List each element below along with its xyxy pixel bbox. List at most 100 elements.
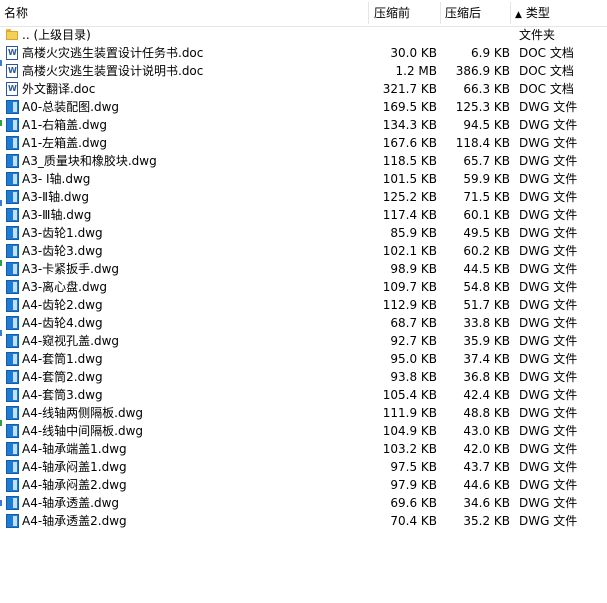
- compressed-size: 118.4 KB: [455, 136, 510, 150]
- dwg-file-icon: [4, 387, 20, 403]
- file-row[interactable]: A3_质量块和橡胶块.dwg 118.5 KB 65.7 KB DWG 文件: [0, 152, 607, 170]
- compressed-size: 59.9 KB: [463, 172, 510, 186]
- original-size: 93.8 KB: [390, 370, 437, 384]
- column-divider[interactable]: [368, 2, 369, 24]
- file-type: DWG 文件: [519, 442, 578, 456]
- original-size: 118.5 KB: [382, 154, 437, 168]
- file-name: A4-轴承端盖1.dwg: [22, 442, 127, 456]
- file-name: A3-离心盘.dwg: [22, 280, 108, 294]
- original-size: 117.4 KB: [382, 208, 437, 222]
- file-list: .. (上级目录) 文件夹 W 高楼火灾逃生装置设计任务书.doc 30.0 KB 6.9…: [0, 26, 607, 530]
- compressed-size: 44.5 KB: [463, 262, 510, 276]
- file-row[interactable]: W 外文翻译.doc 321.7 KB 66.3 KB DOC 文档: [0, 80, 607, 98]
- file-type: DWG 文件: [519, 100, 578, 114]
- dwg-file-icon: [4, 171, 20, 187]
- folder-icon: [4, 27, 20, 43]
- original-size: 69.6 KB: [390, 496, 437, 510]
- file-row[interactable]: A4-套筒1.dwg 95.0 KB 37.4 KB DWG 文件: [0, 350, 607, 368]
- file-row[interactable]: A4-轴承端盖1.dwg 103.2 KB 42.0 KB DWG 文件: [0, 440, 607, 458]
- file-row[interactable]: A4-套筒2.dwg 93.8 KB 36.8 KB DWG 文件: [0, 368, 607, 386]
- file-row[interactable]: A3- Ⅰ轴.dwg 101.5 KB 59.9 KB DWG 文件: [0, 170, 607, 188]
- dwg-file-icon: [4, 351, 20, 367]
- file-name: A3-Ⅱ轴.dwg: [22, 190, 89, 204]
- file-name: A4-轴承闷盖2.dwg: [22, 478, 127, 492]
- compressed-size: 54.8 KB: [463, 280, 510, 294]
- file-row[interactable]: A4-线轴中间隔板.dwg 104.9 KB 43.0 KB DWG 文件: [0, 422, 607, 440]
- file-row[interactable]: A1-右箱盖.dwg 134.3 KB 94.5 KB DWG 文件: [0, 116, 607, 134]
- file-name: A4-齿轮4.dwg: [22, 316, 103, 330]
- sort-ascending-icon: ▲: [515, 10, 522, 20]
- original-size: 68.7 KB: [390, 316, 437, 330]
- dwg-file-icon: [4, 495, 20, 511]
- file-name: A3_质量块和橡胶块.dwg: [22, 154, 157, 168]
- column-header-compressed-size[interactable]: 压缩后: [445, 0, 481, 26]
- file-name: A3- Ⅰ轴.dwg: [22, 172, 91, 186]
- column-header-name[interactable]: 名称: [4, 0, 28, 26]
- file-row[interactable]: A3-齿轮3.dwg 102.1 KB 60.2 KB DWG 文件: [0, 242, 607, 260]
- file-type: DWG 文件: [519, 514, 578, 528]
- compressed-size: 43.0 KB: [463, 424, 510, 438]
- file-row[interactable]: A4-轴承闷盖1.dwg 97.5 KB 43.7 KB DWG 文件: [0, 458, 607, 476]
- column-divider[interactable]: [510, 2, 511, 24]
- compressed-size: 60.1 KB: [463, 208, 510, 222]
- dwg-file-icon: [4, 99, 20, 115]
- dwg-file-icon: [4, 153, 20, 169]
- file-name: A4-轴承闷盖1.dwg: [22, 460, 127, 474]
- file-row[interactable]: A4-轴承透盖2.dwg 70.4 KB 35.2 KB DWG 文件: [0, 512, 607, 530]
- file-row[interactable]: W 高楼火灾逃生装置设计说明书.doc 1.2 MB 386.9 KB DOC 文档: [0, 62, 607, 80]
- file-row[interactable]: A1-左箱盖.dwg 167.6 KB 118.4 KB DWG 文件: [0, 134, 607, 152]
- file-row[interactable]: A3-Ⅱ轴.dwg 125.2 KB 71.5 KB DWG 文件: [0, 188, 607, 206]
- dwg-file-icon: [4, 297, 20, 313]
- file-type: DWG 文件: [519, 352, 578, 366]
- word-doc-icon: W: [4, 63, 20, 79]
- column-header-original-size[interactable]: 压缩前: [374, 0, 410, 26]
- file-type: DWG 文件: [519, 262, 578, 276]
- file-row[interactable]: W 高楼火灾逃生装置设计任务书.doc 30.0 KB 6.9 KB DOC 文档: [0, 44, 607, 62]
- file-type: DWG 文件: [519, 316, 578, 330]
- dwg-file-icon: [4, 441, 20, 457]
- file-row[interactable]: A4-轴承透盖.dwg 69.6 KB 34.6 KB DWG 文件: [0, 494, 607, 512]
- file-row[interactable]: A4-齿轮4.dwg 68.7 KB 33.8 KB DWG 文件: [0, 314, 607, 332]
- file-row[interactable]: .. (上级目录) 文件夹: [0, 26, 607, 44]
- file-name: A4-线轴两侧隔板.dwg: [22, 406, 144, 420]
- file-row[interactable]: A3-卡紧扳手.dwg 98.9 KB 44.5 KB DWG 文件: [0, 260, 607, 278]
- file-type: DWG 文件: [519, 496, 578, 510]
- file-type: DWG 文件: [519, 370, 578, 384]
- original-size: 169.5 KB: [382, 100, 437, 114]
- original-size: 105.4 KB: [382, 388, 437, 402]
- column-divider[interactable]: [440, 2, 441, 24]
- file-row[interactable]: A4-轴承闷盖2.dwg 97.9 KB 44.6 KB DWG 文件: [0, 476, 607, 494]
- file-row[interactable]: A4-齿轮2.dwg 112.9 KB 51.7 KB DWG 文件: [0, 296, 607, 314]
- file-row[interactable]: A3-Ⅲ轴.dwg 117.4 KB 60.1 KB DWG 文件: [0, 206, 607, 224]
- file-name: A3-卡紧扳手.dwg: [22, 262, 120, 276]
- compressed-size: 42.0 KB: [463, 442, 510, 456]
- file-type: DWG 文件: [519, 298, 578, 312]
- column-header-type-label: 类型: [525, 6, 550, 20]
- file-name: 高楼火灾逃生装置设计任务书.doc: [22, 46, 204, 60]
- compressed-size: 60.2 KB: [463, 244, 510, 258]
- file-row[interactable]: A4-线轴两侧隔板.dwg 111.9 KB 48.8 KB DWG 文件: [0, 404, 607, 422]
- file-row[interactable]: A3-齿轮1.dwg 85.9 KB 49.5 KB DWG 文件: [0, 224, 607, 242]
- file-name: A0-总装配图.dwg: [22, 100, 120, 114]
- compressed-size: 33.8 KB: [463, 316, 510, 330]
- file-row[interactable]: A4-窥视孔盖.dwg 92.7 KB 35.9 KB DWG 文件: [0, 332, 607, 350]
- file-type: DWG 文件: [519, 190, 578, 204]
- file-name: A1-右箱盖.dwg: [22, 118, 108, 132]
- file-type: DWG 文件: [519, 406, 578, 420]
- column-header-type[interactable]: ▲ 类型: [515, 0, 550, 26]
- original-size: 104.9 KB: [382, 424, 437, 438]
- original-size: 134.3 KB: [382, 118, 437, 132]
- original-size: 321.7 KB: [382, 82, 437, 96]
- file-type: DWG 文件: [519, 244, 578, 258]
- dwg-file-icon: [4, 333, 20, 349]
- compressed-size: 36.8 KB: [463, 370, 510, 384]
- file-type: DWG 文件: [519, 388, 578, 402]
- compressed-size: 42.4 KB: [463, 388, 510, 402]
- file-row[interactable]: A3-离心盘.dwg 109.7 KB 54.8 KB DWG 文件: [0, 278, 607, 296]
- file-row[interactable]: A4-套筒3.dwg 105.4 KB 42.4 KB DWG 文件: [0, 386, 607, 404]
- dwg-file-icon: [4, 135, 20, 151]
- file-row[interactable]: A0-总装配图.dwg 169.5 KB 125.3 KB DWG 文件: [0, 98, 607, 116]
- file-type: DWG 文件: [519, 172, 578, 186]
- file-name: 外文翻译.doc: [22, 82, 96, 96]
- file-name: A4-窥视孔盖.dwg: [22, 334, 120, 348]
